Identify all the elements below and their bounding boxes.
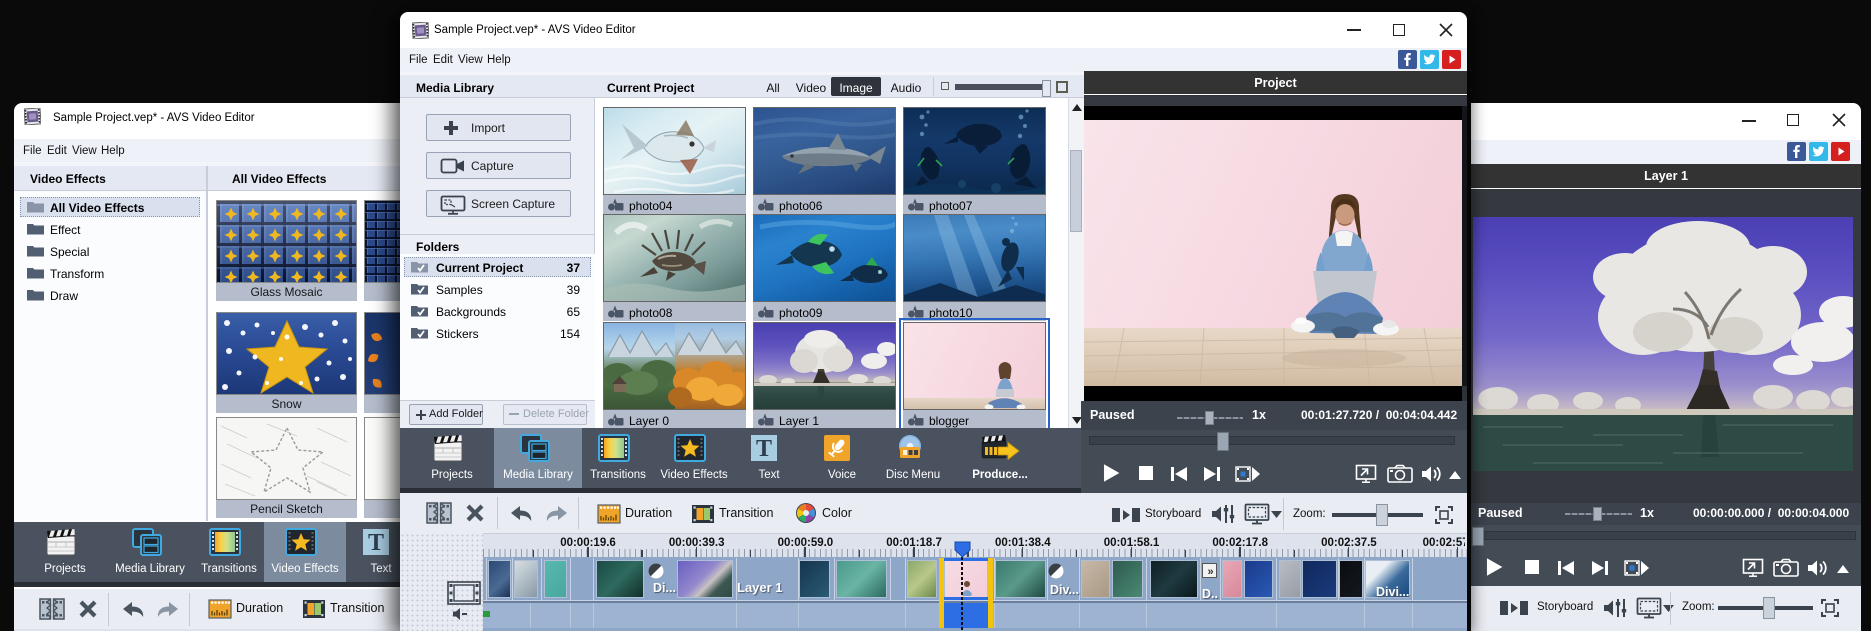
- svg-text:»: »: [1207, 566, 1213, 578]
- svg-text:T: T: [368, 530, 384, 556]
- svg-text:T: T: [756, 436, 772, 462]
